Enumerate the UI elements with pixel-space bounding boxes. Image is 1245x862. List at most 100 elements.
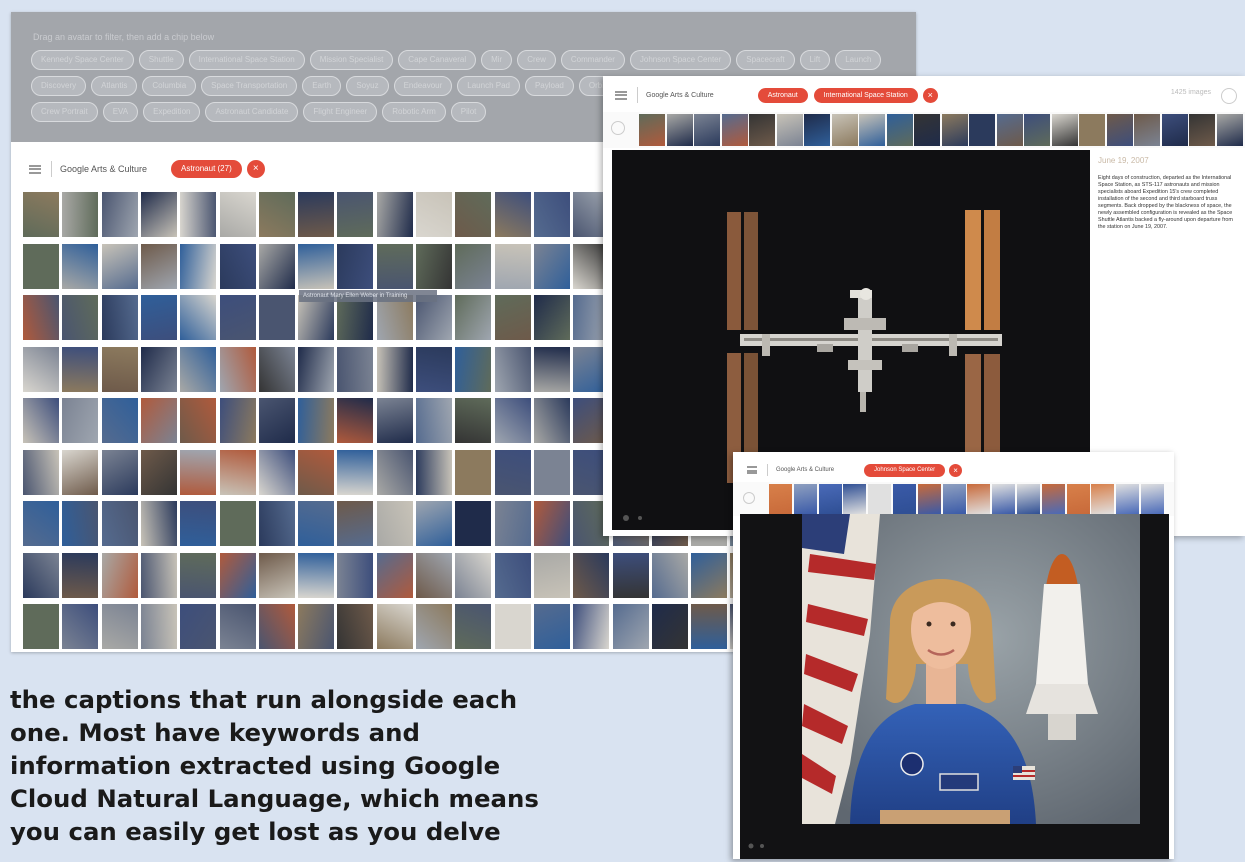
strip-thumbnail[interactable]	[1017, 484, 1040, 514]
image-thumbnail[interactable]	[101, 346, 138, 392]
filter-pill-iss[interactable]: International Space Station	[813, 87, 918, 103]
strip-thumbnail[interactable]	[1116, 484, 1140, 514]
image-thumbnail[interactable]	[416, 604, 452, 649]
image-thumbnail[interactable]	[23, 346, 59, 392]
image-thumbnail[interactable]	[455, 501, 492, 546]
strip-thumbnail[interactable]	[1134, 114, 1160, 146]
strip-thumbnail[interactable]	[1051, 114, 1078, 146]
image-thumbnail[interactable]	[455, 192, 492, 237]
strip-thumbnail[interactable]	[868, 484, 892, 514]
filter-chip[interactable]: Launch	[835, 50, 882, 70]
image-thumbnail[interactable]	[494, 398, 531, 443]
filter-chip[interactable]: Crew	[517, 50, 556, 70]
image-thumbnail[interactable]	[101, 192, 138, 237]
image-thumbnail[interactable]	[62, 604, 99, 649]
portrait-image-viewer[interactable]	[740, 514, 1169, 859]
strip-thumbnail[interactable]	[967, 484, 991, 514]
strip-thumbnail[interactable]	[1189, 114, 1215, 146]
image-thumbnail[interactable]	[62, 346, 99, 392]
image-thumbnail[interactable]	[494, 192, 531, 237]
image-thumbnail[interactable]	[533, 449, 570, 495]
image-thumbnail[interactable]	[612, 552, 649, 598]
image-thumbnail[interactable]	[23, 449, 59, 495]
strip-thumbnail[interactable]	[749, 114, 775, 146]
image-thumbnail[interactable]	[533, 552, 570, 598]
image-thumbnail[interactable]	[258, 346, 295, 392]
hamburger-menu-icon[interactable]	[747, 466, 757, 474]
strip-thumbnail[interactable]	[859, 114, 885, 146]
expand-icon[interactable]	[1221, 88, 1237, 104]
filter-chip[interactable]: Spacecraft	[736, 50, 795, 70]
image-thumbnail[interactable]	[219, 192, 256, 237]
image-thumbnail[interactable]	[612, 604, 649, 649]
filter-chip[interactable]: Atlantis	[91, 76, 138, 96]
image-thumbnail[interactable]	[258, 192, 295, 237]
strip-thumbnail[interactable]	[917, 484, 941, 514]
image-thumbnail[interactable]	[180, 295, 217, 340]
filter-chip[interactable]: Payload	[524, 76, 574, 96]
filter-pill-jsc[interactable]: Johnson Space Center	[864, 463, 946, 477]
image-thumbnail[interactable]	[376, 243, 413, 289]
image-thumbnail[interactable]	[140, 501, 177, 546]
filter-chip[interactable]: Flight Engineer	[303, 102, 378, 122]
image-thumbnail[interactable]	[533, 501, 570, 546]
image-thumbnail[interactable]	[337, 552, 374, 598]
image-thumbnail[interactable]	[494, 243, 531, 289]
image-thumbnail[interactable]	[101, 295, 138, 340]
filter-chip[interactable]: Robotic Arm	[382, 102, 446, 122]
image-thumbnail[interactable]	[337, 501, 374, 546]
image-thumbnail[interactable]	[298, 346, 335, 392]
image-thumbnail[interactable]	[651, 604, 688, 649]
image-thumbnail[interactable]	[494, 501, 531, 546]
image-thumbnail[interactable]	[376, 604, 413, 649]
image-thumbnail[interactable]	[258, 501, 295, 546]
image-thumbnail[interactable]	[376, 501, 413, 546]
image-thumbnail[interactable]	[219, 398, 256, 443]
image-thumbnail[interactable]	[376, 398, 413, 443]
image-thumbnail[interactable]	[298, 192, 335, 237]
image-thumbnail[interactable]	[101, 449, 138, 495]
filter-chip[interactable]: Endeavour	[393, 76, 453, 96]
image-thumbnail[interactable]	[691, 604, 728, 649]
image-thumbnail[interactable]	[180, 192, 217, 237]
image-thumbnail[interactable]	[533, 243, 570, 289]
strip-thumbnail[interactable]	[914, 114, 940, 146]
image-thumbnail[interactable]	[337, 192, 374, 237]
clear-filter-button[interactable]: ×	[246, 160, 265, 178]
image-thumbnail[interactable]	[494, 295, 531, 340]
image-thumbnail[interactable]	[455, 295, 492, 340]
image-thumbnail[interactable]	[219, 346, 256, 392]
image-thumbnail[interactable]	[455, 604, 492, 649]
image-thumbnail[interactable]	[180, 501, 217, 546]
brand-logo[interactable]: Google Arts & Culture	[60, 164, 147, 174]
image-thumbnail[interactable]	[298, 449, 335, 495]
image-thumbnail[interactable]	[376, 192, 413, 237]
active-filter-pill[interactable]: Astronaut (27)	[171, 160, 242, 178]
filter-chip[interactable]: Kennedy Space Center	[31, 50, 134, 70]
image-thumbnail[interactable]	[23, 243, 59, 289]
strip-thumbnail[interactable]	[1041, 484, 1065, 514]
hamburger-menu-icon[interactable]	[615, 90, 627, 100]
image-thumbnail[interactable]	[494, 346, 531, 392]
image-thumbnail[interactable]	[180, 449, 217, 495]
strip-thumbnail[interactable]	[1141, 484, 1164, 514]
image-thumbnail[interactable]	[455, 243, 492, 289]
image-thumbnail[interactable]	[455, 552, 492, 598]
filter-chip[interactable]: Expedition	[143, 102, 201, 122]
strip-thumbnail[interactable]	[1106, 114, 1133, 146]
image-thumbnail[interactable]	[533, 346, 570, 392]
image-thumbnail[interactable]	[62, 552, 99, 598]
filter-chip[interactable]: Pilot	[450, 102, 487, 122]
image-thumbnail[interactable]	[494, 552, 531, 598]
image-thumbnail[interactable]	[180, 398, 217, 443]
image-thumbnail[interactable]	[140, 192, 177, 237]
strip-thumbnail[interactable]	[831, 114, 858, 146]
strip-thumbnail[interactable]	[886, 114, 913, 146]
image-thumbnail[interactable]	[455, 398, 492, 443]
image-thumbnail[interactable]	[416, 552, 452, 598]
filter-chip[interactable]: Mission Specialist	[309, 50, 394, 70]
filter-chip[interactable]: Columbia	[142, 76, 197, 96]
filter-chip[interactable]: Astronaut Candidate	[205, 102, 299, 122]
strip-thumbnail[interactable]	[941, 114, 968, 146]
image-thumbnail[interactable]	[140, 449, 177, 495]
